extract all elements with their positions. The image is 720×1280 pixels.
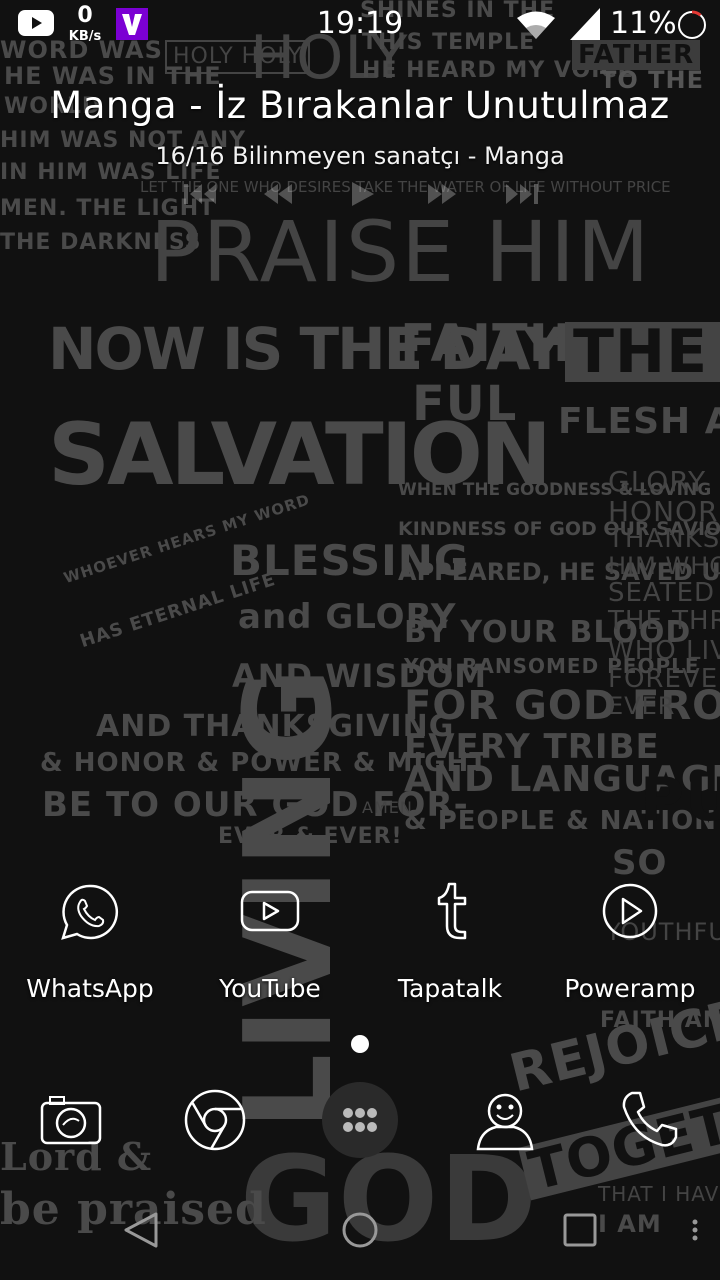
wallpaper-text: THE W: [565, 322, 720, 382]
media-title[interactable]: Manga - İz Bırakanlar Unutulmaz: [0, 84, 720, 127]
youtube-icon: [235, 880, 305, 944]
app-poweramp[interactable]: Poweramp: [550, 880, 710, 1010]
viber-icon: [116, 8, 148, 40]
battery-icon: [676, 9, 708, 41]
wallpaper-text: FLESH AND: [558, 401, 720, 442]
wallpaper-text: THANKS: [608, 524, 720, 554]
camera-icon[interactable]: [36, 1085, 106, 1155]
app-label: WhatsApp: [26, 974, 154, 1003]
phone-icon[interactable]: [614, 1085, 684, 1155]
wallpaper-text: FUL: [412, 376, 518, 432]
previous-icon[interactable]: [180, 178, 220, 210]
net-speed-unit: KB/s: [68, 29, 102, 44]
wallpaper-text: FOREVER: [608, 664, 720, 694]
app-label: Poweramp: [564, 974, 696, 1003]
app-youtube[interactable]: YouTube: [190, 880, 350, 1010]
rewind-icon[interactable]: [258, 178, 298, 210]
wallpaper-text: EVER: [608, 692, 676, 720]
menu-icon[interactable]: [680, 1200, 710, 1260]
wallpaper-text: WHO LIVES: [608, 636, 720, 666]
chrome-icon[interactable]: [180, 1085, 250, 1155]
app-whatsapp[interactable]: WhatsApp: [10, 880, 170, 1010]
next-icon[interactable]: [502, 178, 542, 210]
recents-icon[interactable]: [550, 1200, 610, 1260]
app-label: YouTube: [219, 974, 321, 1003]
wallpaper-text: FAITH AND: [600, 1008, 720, 1033]
wallpaper-text: GLORY: [608, 465, 707, 498]
wallpaper-text: HIM WHO: [608, 552, 720, 580]
fast-forward-icon[interactable]: [422, 178, 462, 210]
poweramp-icon: [595, 880, 665, 944]
battery-percent: 11%: [610, 6, 677, 41]
app-tapatalk[interactable]: Tapatalk: [370, 880, 530, 1010]
app-drawer-icon[interactable]: [322, 1082, 398, 1158]
wallpaper-text: HONOR: [608, 495, 719, 528]
app-label: Tapatalk: [397, 974, 503, 1003]
wifi-icon: [516, 9, 556, 41]
wallpaper-text: SEATED O: [608, 578, 720, 608]
tapatalk-icon: [415, 880, 485, 944]
contacts-icon[interactable]: [470, 1085, 540, 1155]
clock: 19:19: [316, 6, 404, 41]
media-subtitle: 16/16 Bilinmeyen sanatçı - Manga: [155, 142, 565, 170]
wallpaper-text: PURE: [640, 765, 720, 835]
status-bar: 0 KB/s 19:19 11%: [0, 0, 720, 50]
back-icon[interactable]: [110, 1200, 170, 1260]
home-icon[interactable]: [330, 1200, 390, 1260]
wallpaper-text: SO: [612, 843, 668, 883]
wallpaper-text: FAITH: [400, 314, 574, 374]
cell-signal-icon: [570, 8, 600, 40]
youtube-notification-icon: [18, 10, 54, 36]
page-indicator-dot: [351, 1035, 369, 1053]
wallpaper-text: THE THRONE: [608, 606, 720, 636]
wallpaper-text: PRAISE HIM: [150, 203, 652, 301]
net-speed-value: 0: [77, 3, 93, 28]
play-icon[interactable]: [342, 178, 382, 210]
whatsapp-icon: [55, 880, 125, 944]
